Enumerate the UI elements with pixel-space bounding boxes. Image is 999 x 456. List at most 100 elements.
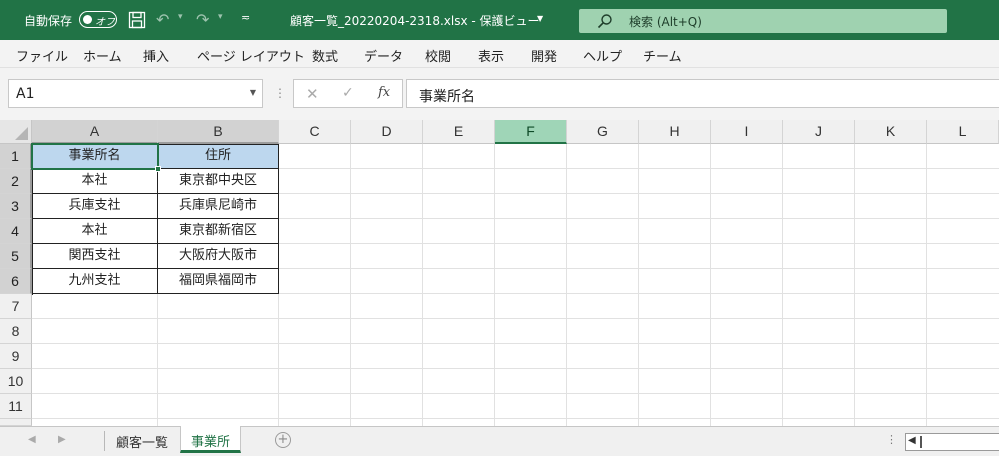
tab-splitter-icon[interactable]: ⋮ [886,433,897,446]
column-header-g[interactable]: G [567,120,639,144]
menu-insert[interactable]: 挿入 [143,46,169,65]
search-icon [597,14,612,29]
gridline [926,144,927,426]
menu-formulas[interactable]: 数式 [312,46,338,65]
select-all-triangle-icon [15,127,28,140]
cell-a6[interactable]: 九州支社 [32,269,158,294]
row-header-8[interactable]: 8 [0,319,32,344]
cell-b3[interactable]: 兵庫県尼崎市 [158,194,279,219]
row-header-12[interactable] [0,419,32,426]
gridline [566,144,567,426]
row-header-7[interactable]: 7 [0,294,32,319]
formula-buttons: ✕ ✓ fx [293,79,403,108]
chevron-down-icon[interactable]: ▼ [537,14,543,23]
autosave-label: 自動保存 [24,14,73,28]
row-header-2[interactable]: 2 [0,169,32,194]
sheet-tab-offices[interactable]: 事業所 [180,426,242,453]
row-header-3[interactable]: 3 [0,194,32,219]
cell-b5[interactable]: 大阪府大阪市 [158,244,279,269]
select-all-button[interactable] [0,120,32,144]
menu-review[interactable]: 校閲 [425,46,451,65]
cell-b1[interactable]: 住所 [158,144,279,169]
menu-data[interactable]: データ [364,46,403,65]
column-header-a[interactable]: A [32,120,158,144]
formula-content: 事業所名 [419,89,475,105]
undo-icon[interactable]: ↶ [156,10,169,29]
fill-handle[interactable] [155,166,161,172]
gridline [32,368,999,369]
column-header-j[interactable]: J [783,120,855,144]
cell-a2[interactable]: 本社 [32,169,158,194]
horizontal-scrollbar[interactable]: ◀ [905,433,999,451]
more-options-icon[interactable]: ⋮ [274,86,286,100]
worksheet-grid[interactable]: A B C D E F G H I J K L 1 2 3 4 5 6 7 8 … [0,120,999,426]
save-icon[interactable] [128,11,146,29]
gridline [32,393,999,394]
menu-developer[interactable]: 開発 [531,46,557,65]
chevron-down-icon[interactable]: ▾ [218,12,223,22]
gridline [32,418,999,419]
row-header-6[interactable]: 6 [0,269,32,294]
gridline [854,144,855,426]
toggle-knob [83,15,92,24]
gridline [638,144,639,426]
ribbon-tabs: ファイル ホーム 挿入 ページ レイアウト 数式 データ 校閲 表示 開発 ヘル… [0,40,999,68]
scroll-left-icon[interactable]: ◀ [908,435,916,446]
cell-b2[interactable]: 東京都中央区 [158,169,279,194]
chevron-down-icon[interactable]: ▾ [178,12,183,22]
scrollbar-thumb[interactable] [920,436,922,448]
column-header-k[interactable]: K [855,120,927,144]
chevron-left-icon[interactable]: ◀ [28,434,36,445]
autosave-toggle[interactable]: オフ [79,11,117,28]
cell-a3[interactable]: 兵庫支社 [32,194,158,219]
gridline [710,144,711,426]
menu-file[interactable]: ファイル [16,46,68,65]
search-box[interactable]: 検索 (Alt+Q) [579,9,947,33]
column-header-b[interactable]: B [158,120,279,144]
cell-a1[interactable]: 事業所名 [32,144,158,169]
column-header-l[interactable]: L [927,120,999,144]
row-header-10[interactable]: 10 [0,369,32,394]
formula-input[interactable]: 事業所名 [406,79,999,108]
row-header-9[interactable]: 9 [0,344,32,369]
menu-team[interactable]: チーム [643,46,682,65]
document-title: 顧客一覧_20220204-2318.xlsx - 保護ビュー [290,14,540,28]
column-header-i[interactable]: I [711,120,783,144]
sheet-tab-customers[interactable]: 顧客一覧 [106,427,178,454]
formula-bar: A1 ▼ ⋮ ✕ ✓ fx 事業所名 [0,68,999,120]
gridline [32,343,999,344]
menu-view[interactable]: 表示 [478,46,504,65]
divider [104,431,105,451]
gridline [782,144,783,426]
row-header-1[interactable]: 1 [0,144,32,169]
add-sheet-button[interactable]: + [275,432,291,448]
menu-page-layout[interactable]: ページ レイアウト [197,46,305,65]
name-box[interactable]: A1 ▼ [8,79,263,108]
menu-home[interactable]: ホーム [83,46,122,65]
gridline [32,318,999,319]
row-header-5[interactable]: 5 [0,244,32,269]
column-header-c[interactable]: C [279,120,351,144]
customize-toolbar-icon[interactable]: ≂ [241,11,250,24]
gridline [494,144,495,426]
menu-help[interactable]: ヘルプ [583,46,622,65]
check-icon[interactable]: ✓ [342,85,354,101]
cancel-icon[interactable]: ✕ [306,85,319,103]
column-header-e[interactable]: E [423,120,495,144]
cell-b6[interactable]: 福岡県福岡市 [158,269,279,294]
row-header-4[interactable]: 4 [0,219,32,244]
title-bar: 自動保存 オフ ↶ ▾ ↷ ▾ ≂ 顧客一覧_20220204-2318.xls… [0,0,999,40]
cell-b4[interactable]: 東京都新宿区 [158,219,279,244]
cell-a5[interactable]: 関西支社 [32,244,158,269]
chevron-down-icon[interactable]: ▼ [250,88,256,97]
name-box-value: A1 [16,86,35,102]
gridline [350,144,351,426]
column-header-f[interactable]: F [495,120,567,144]
row-header-11[interactable]: 11 [0,394,32,419]
redo-icon[interactable]: ↷ [196,10,209,29]
column-header-h[interactable]: H [639,120,711,144]
cell-a4[interactable]: 本社 [32,219,158,244]
insert-function-icon[interactable]: fx [378,85,390,100]
column-header-d[interactable]: D [351,120,423,144]
chevron-right-icon[interactable]: ▶ [58,434,66,445]
